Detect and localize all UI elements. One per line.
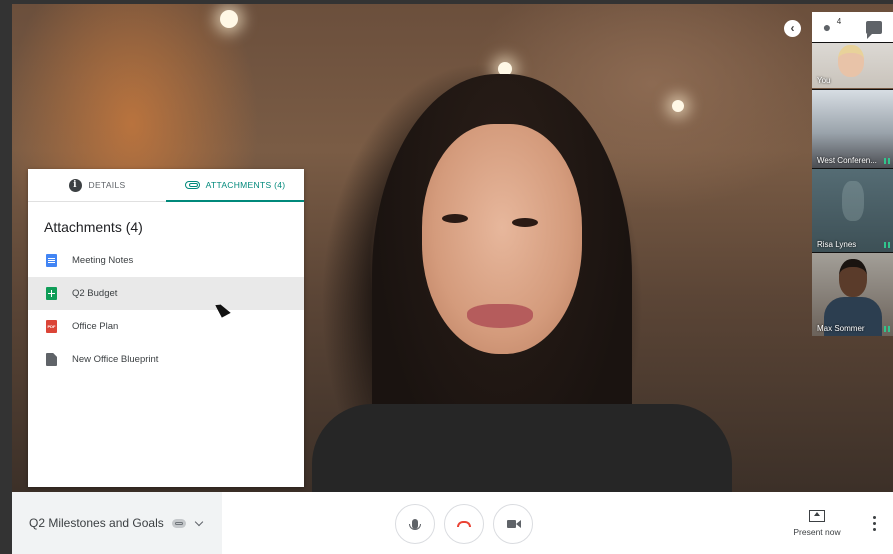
attachment-label: Office Plan	[72, 321, 119, 332]
link-icon	[171, 518, 186, 528]
participants-panel: ● 4 You West Conferen... Risa Lynes Max S…	[812, 12, 893, 340]
participant-name: West Conferen...	[817, 156, 877, 165]
speaker-shirt	[312, 404, 732, 492]
participant-name: Max Sommer	[817, 324, 865, 333]
microphone-icon	[409, 519, 421, 530]
more-options-button[interactable]	[873, 516, 877, 534]
more-vert-icon	[873, 516, 876, 519]
hang-up-button[interactable]	[444, 504, 484, 544]
participant-tile[interactable]: West Conferen...	[812, 89, 893, 168]
participant-tile[interactable]: Risa Lynes	[812, 168, 893, 252]
card-tabs: i DETAILS ATTACHMENTS (4)	[28, 169, 304, 202]
file-icon	[46, 353, 57, 366]
camera-icon	[507, 520, 521, 528]
meeting-details-button[interactable]: Q2 Milestones and Goals	[12, 492, 222, 554]
chat-icon[interactable]	[866, 20, 883, 39]
collapse-sidebar-button[interactable]: ‹	[784, 20, 801, 37]
call-controls-bar: Q2 Milestones and Goals Present now	[12, 492, 893, 554]
attachment-label: New Office Blueprint	[72, 354, 159, 365]
tab-attachments[interactable]: ATTACHMENTS (4)	[166, 169, 304, 202]
participant-count: 4	[836, 17, 842, 26]
attachment-label: Q2 Budget	[72, 288, 118, 299]
pdf-icon: PDF	[46, 320, 57, 333]
more-vert-icon	[873, 528, 876, 531]
participant-avatar	[839, 259, 867, 297]
meeting-window: ‹ ● 4 You West Conferen... Risa Lynes Max…	[0, 0, 893, 554]
participant-avatar	[838, 45, 864, 77]
audio-level-icon	[884, 242, 890, 248]
people-icon[interactable]: ● 4	[823, 17, 845, 35]
present-now-button[interactable]: Present now	[785, 510, 849, 537]
google-docs-icon	[46, 254, 57, 267]
participants-header: ● 4	[812, 12, 893, 42]
speaker-lips	[467, 304, 533, 328]
participant-avatar	[842, 181, 864, 221]
phone-hangup-icon	[457, 521, 471, 527]
participant-name: You	[817, 76, 831, 85]
attachment-item[interactable]: New Office Blueprint	[28, 343, 304, 376]
attachments-title: Attachments (4)	[44, 219, 143, 235]
tab-attachments-label: ATTACHMENTS (4)	[205, 180, 286, 190]
attachments-card: i DETAILS ATTACHMENTS (4) Attachments (4…	[28, 169, 304, 487]
participant-tile[interactable]: Max Sommer	[812, 252, 893, 336]
tab-details[interactable]: i DETAILS	[28, 169, 166, 201]
speaker-eye	[442, 214, 468, 223]
attachment-item[interactable]: Q2 Budget	[28, 277, 304, 318]
ceiling-light	[220, 10, 238, 28]
tab-details-label: DETAILS	[88, 180, 126, 190]
participant-tile[interactable]: You	[812, 42, 893, 88]
info-icon: i	[68, 178, 82, 192]
audio-level-icon	[884, 326, 890, 332]
attachment-label: Meeting Notes	[72, 255, 134, 266]
attachment-item[interactable]: PDF Office Plan	[28, 310, 304, 343]
google-sheets-icon	[46, 287, 57, 300]
participant-name: Risa Lynes	[817, 240, 857, 249]
ceiling-light	[672, 100, 684, 112]
camera-button[interactable]	[493, 504, 533, 544]
attachment-icon	[184, 181, 200, 189]
audio-level-icon	[884, 158, 890, 164]
present-screen-icon	[809, 510, 825, 522]
speaker-eye	[512, 218, 538, 227]
attachment-item[interactable]: Meeting Notes	[28, 244, 304, 277]
meeting-title: Q2 Milestones and Goals	[29, 516, 164, 530]
present-now-label: Present now	[793, 527, 841, 537]
more-vert-icon	[873, 522, 876, 525]
chevron-down-icon	[194, 517, 203, 526]
microphone-button[interactable]	[395, 504, 435, 544]
